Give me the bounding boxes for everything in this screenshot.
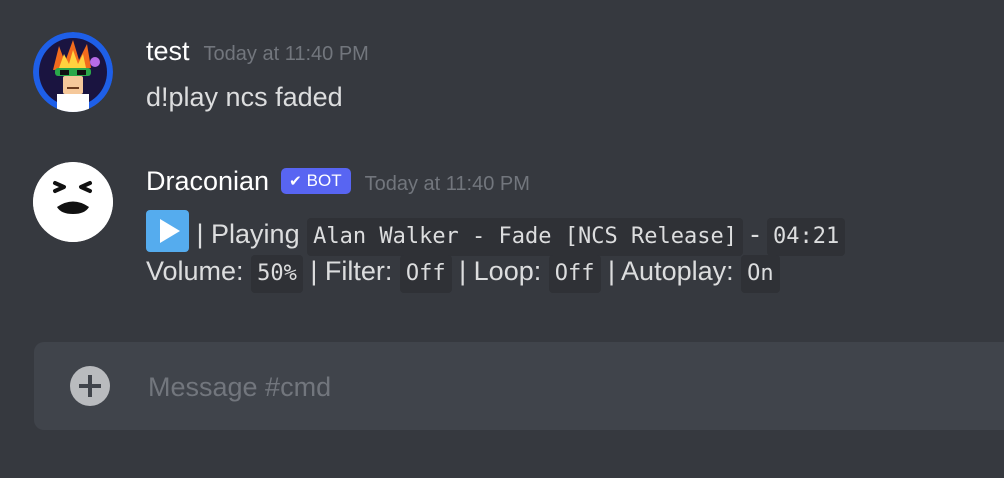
loop-value: Off	[548, 255, 601, 293]
filter-label: | Filter:	[310, 256, 393, 286]
bot-badge: ✔ BOT	[281, 168, 351, 194]
separator: -	[750, 219, 760, 249]
username[interactable]: Draconian	[146, 166, 269, 196]
avatar-test[interactable]	[33, 32, 113, 112]
volume-label: Volume:	[146, 256, 244, 286]
add-attachment-icon[interactable]	[70, 366, 110, 406]
track-duration: 04:21	[766, 218, 846, 256]
autoplay-label: | Autoplay:	[608, 256, 734, 286]
now-playing-line: | Playing Alan Walker - Fade [NCS Releas…	[146, 210, 846, 256]
bot-badge-label: BOT	[306, 171, 342, 190]
checkmark-icon: ✔	[289, 173, 302, 190]
avatar-draconian[interactable]	[33, 162, 113, 242]
chat-area: test Today at 11:40 PM d!play ncs faded D…	[0, 0, 1004, 478]
track-title: Alan Walker - Fade [NCS Release]	[307, 218, 743, 256]
message-text: d!play ncs faded	[146, 82, 343, 112]
timestamp: Today at 11:40 PM	[203, 43, 369, 65]
autoplay-value: On	[741, 255, 780, 293]
player-status-line: Volume: 50% | Filter: Off | Loop: Off | …	[146, 255, 780, 293]
loop-label: | Loop:	[459, 256, 542, 286]
filter-value: Off	[399, 255, 452, 293]
bot-avatar-face-icon	[33, 162, 113, 242]
user-avatar-image	[33, 32, 113, 112]
volume-value: 50%	[251, 255, 303, 293]
message-composer	[34, 342, 1004, 430]
arrow-forward-icon	[146, 210, 189, 252]
playing-label: | Playing	[196, 219, 300, 249]
timestamp: Today at 11:40 PM	[364, 173, 530, 195]
message-input[interactable]	[146, 364, 970, 410]
username[interactable]: test	[146, 36, 190, 66]
